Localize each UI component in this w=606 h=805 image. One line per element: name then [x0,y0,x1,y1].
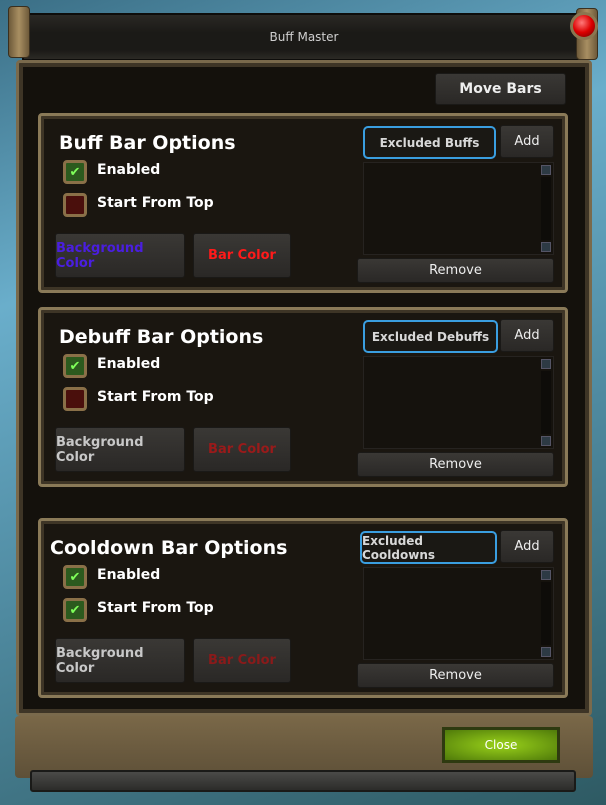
background-color-button[interactable]: Background Color [55,233,185,278]
scrollbar[interactable] [541,177,551,240]
background-color-button[interactable]: Background Color [55,638,185,683]
scroll-up-button[interactable] [541,165,551,175]
scroll-down-button[interactable] [541,647,551,657]
section-title: Debuff Bar Options [59,326,264,348]
close-button[interactable]: Close [442,727,560,763]
enabled-label: Enabled [97,356,161,372]
buff-bar-options-section: Buff Bar Options ✔ Enabled Start From To… [38,113,568,293]
scroll-down-button[interactable] [541,436,551,446]
excluded-list[interactable] [363,567,554,660]
add-button[interactable]: Add [500,530,554,563]
close-orb-icon[interactable] [570,12,598,40]
start-from-top-label: Start From Top [97,195,214,211]
remove-button[interactable]: Remove [357,452,554,477]
start-from-top-checkbox[interactable]: ✔ [63,598,87,622]
checkmark-icon: ✔ [69,164,81,180]
enabled-checkbox[interactable]: ✔ [63,565,87,589]
excluded-list-label: Excluded Buffs [363,126,496,159]
scrollbar[interactable] [541,371,551,434]
enabled-label: Enabled [97,567,161,583]
excluded-list[interactable] [363,162,554,255]
move-bars-button[interactable]: Move Bars [435,73,566,105]
bar-color-button[interactable]: Bar Color [193,638,291,683]
frame-cap-left [8,6,30,58]
window-title: Buff Master [269,30,339,44]
checkmark-icon: ✔ [69,569,81,585]
checkmark-icon: ✔ [69,358,81,374]
bar-color-button[interactable]: Bar Color [193,427,291,472]
add-button[interactable]: Add [500,125,554,158]
background-color-button[interactable]: Background Color [55,427,185,472]
scroll-up-button[interactable] [541,359,551,369]
section-title: Cooldown Bar Options [50,537,288,559]
bar-color-button[interactable]: Bar Color [193,233,291,278]
checkmark-icon: ✔ [69,602,81,618]
cooldown-bar-options-section: Cooldown Bar Options ✔ Enabled ✔ Start F… [38,518,568,698]
add-button[interactable]: Add [500,319,554,352]
scroll-up-button[interactable] [541,570,551,580]
title-bar[interactable]: Buff Master [22,13,586,61]
excluded-list-label: Excluded Debuffs [363,320,498,353]
enabled-label: Enabled [97,162,161,178]
scrollbar[interactable] [541,582,551,645]
start-from-top-checkbox[interactable] [63,193,87,217]
section-title: Buff Bar Options [59,132,236,154]
start-from-top-checkbox[interactable] [63,387,87,411]
start-from-top-label: Start From Top [97,600,214,616]
remove-button[interactable]: Remove [357,663,554,688]
excluded-list[interactable] [363,356,554,449]
scroll-down-button[interactable] [541,242,551,252]
remove-button[interactable]: Remove [357,258,554,283]
start-from-top-label: Start From Top [97,389,214,405]
excluded-list-label: Excluded Cooldowns [360,531,497,564]
debuff-bar-options-section: Debuff Bar Options ✔ Enabled Start From … [38,307,568,487]
enabled-checkbox[interactable]: ✔ [63,354,87,378]
bottom-frame [30,770,576,792]
enabled-checkbox[interactable]: ✔ [63,160,87,184]
